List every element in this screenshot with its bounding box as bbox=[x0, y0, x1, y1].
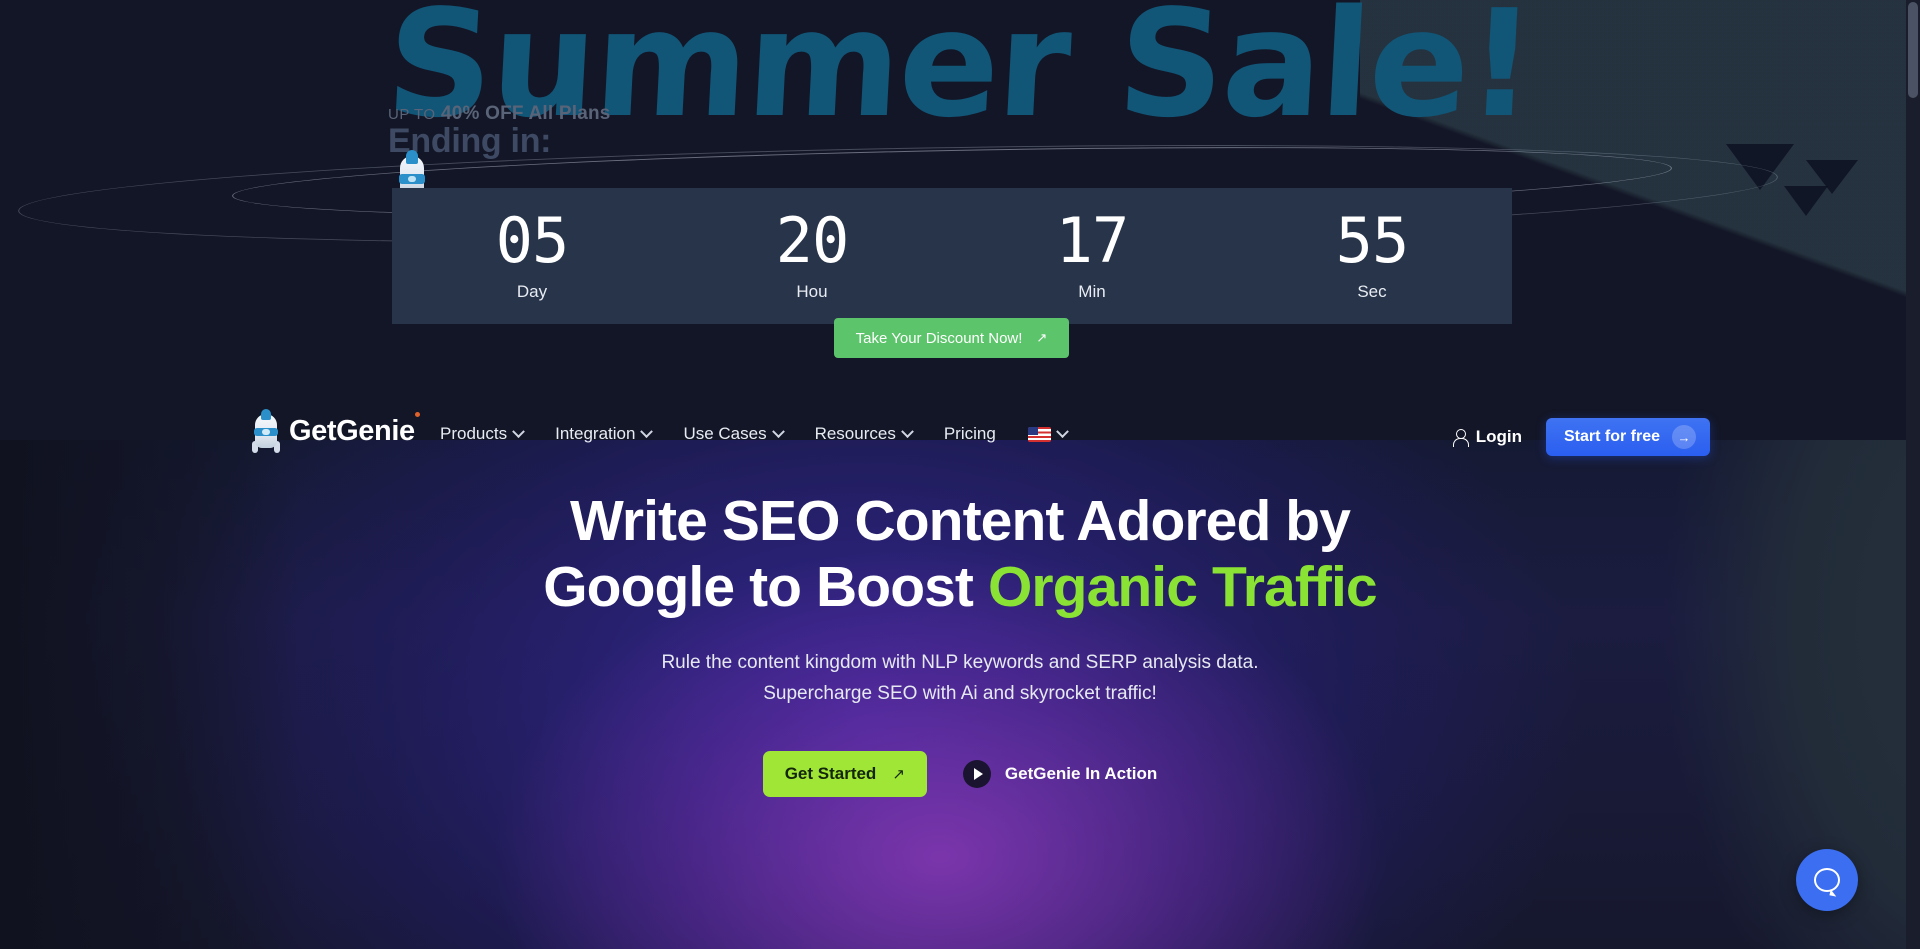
countdown-minutes-value: 17 bbox=[1055, 204, 1130, 277]
promo-upto-label: UP TO bbox=[388, 106, 436, 123]
language-selector[interactable] bbox=[1027, 424, 1069, 442]
nav-item-integration[interactable]: Integration bbox=[555, 424, 654, 444]
nav-actions: Login Start for free → bbox=[1452, 418, 1710, 456]
countdown-hours-value: 20 bbox=[775, 204, 850, 277]
hero-heading: Write SEO Content Adored by Google to Bo… bbox=[0, 488, 1920, 620]
nav-label-products: Products bbox=[440, 424, 508, 443]
user-icon bbox=[1452, 429, 1469, 447]
brand-accent-dot bbox=[414, 411, 420, 417]
hero-heading-line1: Write SEO Content Adored by bbox=[569, 489, 1351, 553]
nav-label-pricing: Pricing bbox=[943, 424, 996, 443]
countdown-seconds-label: Sec bbox=[1357, 282, 1387, 301]
take-discount-button[interactable]: Take Your Discount Now! ↗ bbox=[834, 318, 1069, 358]
chevron-down-icon bbox=[771, 424, 785, 438]
countdown-seconds-value: 55 bbox=[1335, 204, 1410, 277]
start-for-free-label: Start for free bbox=[1563, 428, 1660, 445]
promo-headline: Summer Sale! bbox=[382, 0, 1538, 150]
triangle-decoration-2 bbox=[1806, 160, 1858, 194]
nav-item-pricing[interactable]: Pricing bbox=[944, 424, 996, 444]
get-started-label: Get Started bbox=[784, 764, 877, 783]
chevron-down-icon bbox=[512, 424, 525, 438]
nav-label-integration: Integration bbox=[555, 424, 636, 443]
chevron-down-icon bbox=[900, 424, 914, 438]
countdown-minutes-label: Min bbox=[1078, 282, 1106, 301]
countdown-unit-days: 05 Day bbox=[392, 188, 672, 324]
login-link[interactable]: Login bbox=[1452, 427, 1522, 447]
login-label: Login bbox=[1475, 427, 1522, 446]
chevron-down-icon bbox=[640, 424, 654, 438]
chat-bubble-icon bbox=[1814, 868, 1840, 892]
take-discount-label: Take Your Discount Now! bbox=[855, 329, 1023, 347]
brand-logo-link[interactable]: GetGenie bbox=[252, 408, 429, 454]
hero-heading-line2: Google to Boost bbox=[543, 555, 988, 620]
countdown-unit-seconds: 55 Sec bbox=[1232, 188, 1512, 324]
play-icon bbox=[962, 760, 991, 788]
hero-sub-line1: Rule the content kingdom with NLP keywor… bbox=[661, 652, 1259, 674]
countdown-days-label: Day bbox=[516, 282, 548, 301]
main-navigation: GetGenie Products Integration Use Cases … bbox=[0, 380, 1920, 490]
hero-subheading: Rule the content kingdom with NLP keywor… bbox=[0, 648, 1920, 709]
countdown-days-value: 05 bbox=[495, 204, 570, 277]
start-for-free-button[interactable]: Start for free → bbox=[1545, 418, 1710, 456]
countdown-unit-minutes: 17 Min bbox=[952, 188, 1232, 324]
get-started-button[interactable]: Get Started ↗ bbox=[762, 751, 927, 797]
promo-banner: Summer Sale! UP TO 40% OFF All Plans End… bbox=[0, 0, 1920, 440]
hero-sub-line2: Supercharge SEO with Ai and skyrocket tr… bbox=[763, 682, 1157, 704]
scrollbar-thumb[interactable] bbox=[1908, 2, 1918, 98]
chevron-down-icon bbox=[1055, 424, 1069, 438]
brand-name: GetGenie bbox=[289, 414, 415, 447]
hero-actions: Get Started ↗ GetGenie In Action bbox=[0, 751, 1920, 797]
hero-heading-accent: Organic Traffic bbox=[987, 555, 1378, 620]
countdown-hours-label: Hou bbox=[796, 282, 828, 301]
hero-section: Write SEO Content Adored by Google to Bo… bbox=[0, 440, 1920, 949]
nav-label-resources: Resources bbox=[814, 424, 896, 443]
nav-item-resources[interactable]: Resources bbox=[814, 424, 914, 444]
nav-item-products[interactable]: Products bbox=[440, 424, 525, 444]
arrow-right-icon: → bbox=[1672, 425, 1696, 449]
getgenie-rocket-logo-icon bbox=[252, 408, 280, 454]
hero-content: Write SEO Content Adored by Google to Bo… bbox=[0, 440, 1920, 797]
countdown-timer: 05 Day 20 Hou 17 Min 55 Sec bbox=[392, 188, 1512, 324]
getgenie-in-action-label: GetGenie In Action bbox=[1004, 764, 1158, 783]
arrow-up-right-icon: ↗ bbox=[892, 766, 905, 783]
help-chat-button[interactable] bbox=[1796, 849, 1858, 911]
triangle-decoration-3 bbox=[1784, 186, 1828, 216]
nav-links: Products Integration Use Cases Resources… bbox=[440, 424, 1069, 444]
triangle-decoration-1 bbox=[1726, 144, 1794, 190]
page-scrollbar[interactable] bbox=[1906, 0, 1920, 949]
getgenie-in-action-link[interactable]: GetGenie In Action bbox=[962, 760, 1158, 788]
arrow-up-right-icon: ↗ bbox=[1036, 330, 1048, 345]
promo-discount-value: 40% OFF All Plans bbox=[441, 103, 611, 124]
countdown-unit-hours: 20 Hou bbox=[672, 188, 952, 324]
nav-label-use-cases: Use Cases bbox=[683, 424, 767, 443]
us-flag-icon bbox=[1027, 426, 1051, 442]
nav-item-use-cases[interactable]: Use Cases bbox=[683, 424, 785, 444]
